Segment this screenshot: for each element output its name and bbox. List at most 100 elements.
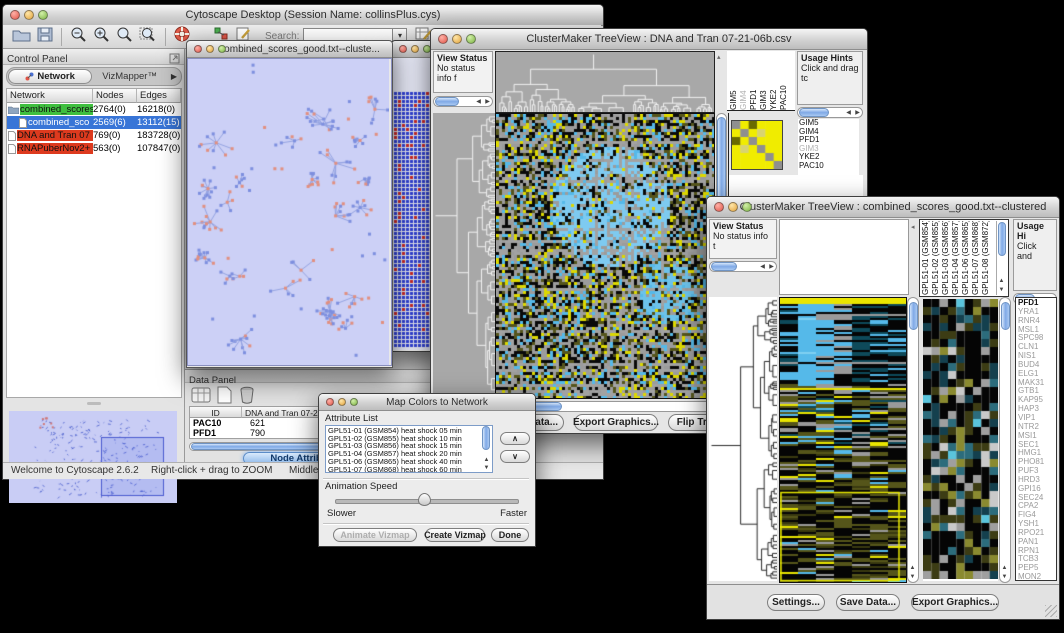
attribute-list[interactable]: GPL51-01 (GSM854) heat shock 05 minGPL51… (325, 425, 493, 473)
splitter-up-icon[interactable]: ▴ (717, 53, 721, 61)
gene-label[interactable]: ELG1 (1016, 369, 1056, 378)
scroll-right-icon[interactable]: ▶ (767, 263, 776, 271)
network-view-canvas[interactable] (188, 59, 389, 365)
scroll-right-icon[interactable]: ▶ (853, 109, 862, 117)
gene-label[interactable]: NIS1 (1016, 351, 1056, 360)
network-overview[interactable] (9, 411, 177, 503)
gene-label[interactable]: RNR4 (1016, 316, 1056, 325)
main-title-bar[interactable]: Cytoscape Desktop (Session Name: collins… (3, 5, 603, 26)
panel-splitter[interactable] (3, 399, 184, 409)
gene-label[interactable]: KAP95 (1016, 395, 1056, 404)
tv2-labels-vscrollbar[interactable]: ▲ ▼ (996, 221, 1007, 295)
gene-label[interactable]: RPO21 (1016, 528, 1056, 537)
gene-label[interactable]: TCB3 (1016, 554, 1056, 563)
gene-label[interactable]: HRD3 (1016, 475, 1056, 484)
treeview2-title-bar[interactable]: ClusterMaker TreeView : combined_scores_… (707, 197, 1059, 218)
tv2-export-graphics-button[interactable]: Export Graphics... (911, 594, 999, 611)
minimize-icon[interactable] (338, 398, 346, 406)
zoom-window-icon[interactable] (218, 45, 226, 53)
scroll-left-icon[interactable]: ◀ (844, 109, 853, 117)
scroll-down-icon[interactable]: ▼ (908, 573, 917, 581)
scroll-up-icon[interactable]: ▲ (1000, 564, 1009, 572)
resize-grip[interactable] (1045, 605, 1057, 617)
zoom-window-icon[interactable] (742, 202, 752, 212)
tab-vizmapper[interactable]: VizMapper™ (92, 71, 167, 82)
tv2-zoom-heatmap[interactable] (923, 299, 998, 579)
network-row[interactable]: RNAPuberNov2+ 563(0) 107847(0) (7, 142, 181, 155)
gene-label[interactable]: GTB1 (1016, 386, 1056, 395)
tv2-column-label[interactable]: GPL51-06 (GSM865) (961, 221, 971, 295)
tv1-hints-scrollbar[interactable]: ◀ ▶ (797, 107, 863, 118)
zoom-window-icon[interactable] (38, 10, 48, 20)
scroll-down-icon[interactable]: ▼ (482, 464, 491, 472)
tv1-column-label[interactable]: YKE2 (769, 51, 779, 110)
speed-slider-thumb[interactable] (418, 493, 431, 506)
scroll-thumb[interactable] (1001, 302, 1010, 330)
minimize-icon[interactable] (452, 34, 462, 44)
animate-vizmap-button[interactable]: Animate Vizmap (333, 528, 417, 542)
gene-label[interactable]: YRA1 (1016, 307, 1056, 316)
network-row[interactable]: DNA and Tran 07 769(0) 183728(0) (7, 129, 181, 142)
tv2-column-label[interactable]: GPL51-04 (GSM857) (951, 221, 961, 295)
gene-label[interactable]: CLN1 (1016, 342, 1056, 351)
tv2-settings-button[interactable]: Settings... (767, 594, 825, 611)
tv2-column-dendrogram[interactable] (779, 219, 909, 295)
splitter-left-icon[interactable]: ◂ (911, 223, 915, 231)
attribute-item[interactable]: GPL51-07 (GSM868) heat shock 60 min (328, 466, 490, 473)
close-icon[interactable] (399, 45, 407, 53)
tv1-column-label[interactable]: PFD1 (749, 51, 759, 110)
minimize-icon[interactable] (24, 10, 34, 20)
gene-label[interactable]: FIG4 (1016, 510, 1056, 519)
minimize-icon[interactable] (728, 202, 738, 212)
tv1-mini-matrix[interactable] (732, 121, 782, 169)
tv2-column-label[interactable]: GPL51-01 (GSM854) (921, 221, 931, 295)
attribute-list-vscrollbar[interactable]: ▲ ▼ (482, 426, 492, 472)
minimize-icon[interactable] (206, 45, 214, 53)
close-icon[interactable] (194, 45, 202, 53)
tab-overflow-icon[interactable]: ▶ (167, 72, 181, 81)
tv1-column-label[interactable]: GIM3 (759, 51, 769, 110)
tv2-column-label[interactable]: GPL51-08 (GSM872) (981, 221, 991, 295)
move-down-button[interactable]: ∨ (500, 450, 530, 463)
scroll-left-icon[interactable]: ◀ (474, 98, 483, 106)
gene-label[interactable]: VIP1 (1016, 413, 1056, 422)
gene-label[interactable]: GPI16 (1016, 484, 1056, 493)
network-row[interactable]: combined_scores_ 2764(0) 16218(0) (7, 103, 181, 116)
tv1-column-label[interactable]: PAC10 (779, 51, 789, 110)
network-row-selected[interactable]: combined_sco 2569(6) 13112(15) (7, 116, 181, 129)
move-up-button[interactable]: ∧ (500, 432, 530, 445)
gene-label[interactable]: PEP5 (1016, 563, 1056, 572)
col-header-nodes[interactable]: Nodes (93, 89, 137, 103)
scroll-down-icon[interactable]: ▼ (997, 286, 1006, 294)
gene-label[interactable]: PFD1 (1016, 298, 1056, 307)
scroll-right-icon[interactable]: ▶ (483, 98, 492, 106)
create-vizmap-button[interactable]: Create Vizmap (425, 528, 485, 542)
gene-label[interactable]: MON2 (1016, 572, 1056, 581)
close-icon[interactable] (438, 34, 448, 44)
tv1-export-graphics-button[interactable]: Export Graphics... (574, 414, 658, 431)
tv2-column-label[interactable]: GPL51-02 (GSM855) (931, 221, 941, 295)
gene-label[interactable]: HAP3 (1016, 404, 1056, 413)
tv2-vscrollbar[interactable]: ▲ ▼ (907, 297, 919, 583)
close-icon[interactable] (10, 10, 20, 20)
scroll-thumb[interactable] (435, 97, 459, 106)
gene-label[interactable]: SEC24 (1016, 493, 1056, 502)
zoom-window-icon[interactable] (350, 398, 358, 406)
scroll-up-icon[interactable]: ▲ (482, 456, 491, 464)
gene-label[interactable]: PHO81 (1016, 457, 1056, 466)
tv1-row-dendrogram[interactable] (433, 113, 495, 397)
gene-label[interactable]: YSH1 (1016, 519, 1056, 528)
gene-label[interactable]: PUF3 (1016, 466, 1056, 475)
scroll-thumb[interactable] (799, 108, 829, 117)
gene-label[interactable]: HMG1 (1016, 448, 1056, 457)
scroll-thumb[interactable] (909, 302, 918, 330)
tv1-column-dendrogram[interactable] (496, 52, 714, 112)
gene-label[interactable]: SPC98 (1016, 333, 1056, 342)
treeview1-title-bar[interactable]: ClusterMaker TreeView : DNA and Tran 07-… (431, 29, 867, 50)
gene-label[interactable]: NTR2 (1016, 422, 1056, 431)
gene-label[interactable]: RPN1 (1016, 546, 1056, 555)
gene-label[interactable]: CPA2 (1016, 501, 1056, 510)
zoom-fit-icon[interactable] (139, 26, 157, 47)
dialog-title-bar[interactable]: Map Colors to Network (319, 394, 535, 411)
network-overview-canvas[interactable] (9, 411, 177, 503)
